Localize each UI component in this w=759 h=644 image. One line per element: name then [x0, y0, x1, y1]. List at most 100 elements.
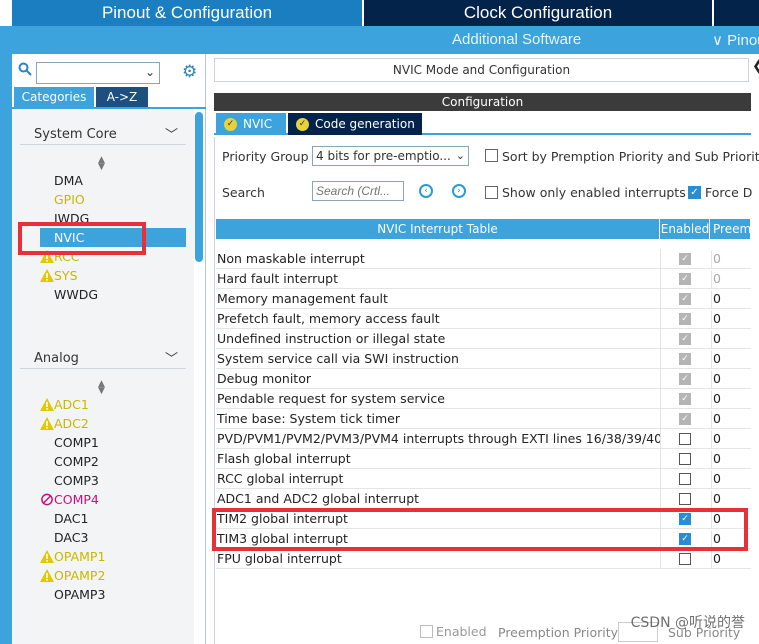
column-header-name[interactable]: NVIC Interrupt Table: [216, 219, 660, 239]
list-item-adc1[interactable]: ADC1: [40, 395, 186, 414]
row-preemption: 0: [711, 451, 751, 468]
check-circle-icon: ✓: [296, 117, 309, 131]
force-checkbox[interactable]: ✓: [688, 186, 701, 199]
tab-pinout-configuration[interactable]: Pinout & Configuration: [12, 0, 362, 26]
warning-icon: [40, 269, 54, 282]
table-row[interactable]: PVD/PVM1/PVM2/PVM3/PVM4 interrupts throu…: [216, 429, 751, 449]
chevron-down-icon[interactable]: ⌄: [456, 147, 465, 165]
sort-priority-checkbox[interactable]: [485, 149, 498, 162]
table-row[interactable]: Pendable request for system service ✓ 0: [216, 389, 751, 409]
additional-software-button[interactable]: Additional Software: [452, 31, 581, 48]
enabled-checkbox[interactable]: [679, 453, 691, 465]
show-enabled-checkbox[interactable]: [485, 186, 498, 199]
table-row[interactable]: Non maskable interrupt ✓ 0: [216, 249, 751, 269]
tab-extra[interactable]: [714, 0, 759, 26]
table-header: NVIC Interrupt Table Enabled Preem: [216, 219, 751, 239]
bottom-enabled-checkbox[interactable]: [420, 625, 433, 638]
row-preemption: 0: [711, 391, 751, 408]
row-preemption: 0: [711, 311, 751, 328]
list-item-opamp1[interactable]: OPAMP1: [40, 547, 186, 566]
enabled-checkbox: ✓: [679, 413, 691, 425]
row-preemption: 0: [711, 351, 751, 368]
row-name: Pendable request for system service: [217, 391, 445, 406]
search-combo[interactable]: ⌄: [36, 62, 160, 84]
pinout-menu[interactable]: ∨ Pinout: [712, 31, 759, 49]
item-label: COMP3: [54, 473, 99, 488]
search-row: ⌄ ⚙: [12, 58, 206, 84]
group-header-analog[interactable]: Analog ﹀: [20, 345, 186, 369]
table-row[interactable]: Flash global interrupt 0: [216, 449, 751, 469]
enabled-checkbox[interactable]: [679, 553, 691, 565]
search-next-icon[interactable]: ›: [452, 184, 466, 198]
group-name: Analog: [34, 351, 79, 366]
list-item-dac3[interactable]: DAC3: [40, 528, 186, 547]
tab-categories[interactable]: Categories: [14, 87, 94, 107]
chevron-down-icon[interactable]: ⌄: [145, 65, 155, 79]
warning-icon: [40, 417, 54, 430]
gear-icon[interactable]: ⚙: [182, 62, 197, 82]
table-row[interactable]: RCC global interrupt 0: [216, 469, 751, 489]
priority-group-select[interactable]: 4 bits for pre-emptio... ⌄: [312, 146, 469, 166]
table-row[interactable]: ADC1 and ADC2 global interrupt 0: [216, 489, 751, 509]
list-item-comp1[interactable]: COMP1: [40, 433, 186, 452]
group-name: System Core: [34, 127, 117, 142]
item-label: ADC1: [54, 397, 89, 412]
column-header-preemption[interactable]: Preem: [711, 219, 751, 239]
tab-a-to-z[interactable]: A->Z: [96, 87, 148, 107]
search-icon[interactable]: [18, 62, 34, 78]
tab-label: NVIC: [243, 117, 273, 131]
list-item-comp4[interactable]: COMP4: [40, 490, 186, 509]
list-item-dma[interactable]: DMA: [40, 171, 186, 190]
table-row[interactable]: Memory management fault ✓ 0: [216, 289, 751, 309]
list-item-wwdg[interactable]: WWDG: [40, 285, 186, 304]
enabled-checkbox[interactable]: [679, 433, 691, 445]
enabled-checkbox: ✓: [679, 373, 691, 385]
table-row[interactable]: System service call via SWI instruction ✓…: [216, 349, 751, 369]
list-item-gpio[interactable]: GPIO: [40, 190, 186, 209]
list-item-dac1[interactable]: DAC1: [40, 509, 186, 528]
list-item-comp3[interactable]: COMP3: [40, 471, 186, 490]
bottom-preemption-label: Preemption Priority: [498, 625, 619, 640]
tab-label: Code generation: [315, 117, 415, 131]
row-name: Hard fault interrupt: [217, 271, 339, 286]
table-row[interactable]: Debug monitor ✓ 0: [216, 369, 751, 389]
list-item-adc2[interactable]: ADC2: [40, 414, 186, 433]
item-label: DMA: [54, 173, 83, 188]
row-name: Time base: System tick timer: [217, 411, 400, 426]
main-panel: NVIC Mode and Configuration ❮ Configurat…: [214, 54, 759, 644]
search-input[interactable]: [312, 181, 404, 201]
chevron-down-icon[interactable]: ﹀: [165, 124, 178, 143]
list-item-opamp2[interactable]: OPAMP2: [40, 566, 186, 585]
enabled-checkbox[interactable]: [679, 473, 691, 485]
list-item-sys[interactable]: SYS: [40, 266, 186, 285]
list-item-opamp3[interactable]: OPAMP3: [40, 585, 186, 604]
warning-icon: [40, 550, 54, 563]
table-row[interactable]: Time base: System tick timer ✓ 0: [216, 409, 751, 429]
row-name: FPU global interrupt: [217, 551, 342, 566]
collapse-arrow-icon[interactable]: ❮: [752, 58, 759, 74]
warning-icon: [40, 569, 54, 582]
sort-icon[interactable]: ▲ ▼: [98, 156, 105, 172]
table-row[interactable]: Undefined instruction or illegal state ✓ 0: [216, 329, 751, 349]
highlight-box-tim: [212, 508, 748, 551]
list-item-comp2[interactable]: COMP2: [40, 452, 186, 471]
scrollbar[interactable]: [195, 112, 203, 262]
priority-group-value: 4 bits for pre-emptio...: [316, 149, 451, 163]
tab-clock-configuration[interactable]: Clock Configuration: [364, 0, 712, 26]
sort-icon[interactable]: ▲ ▼: [98, 380, 105, 396]
top-tabs: Pinout & Configuration Clock Configurati…: [0, 0, 759, 26]
chevron-down-icon[interactable]: ﹀: [165, 348, 178, 367]
table-row[interactable]: FPU global interrupt 0: [216, 549, 751, 569]
item-label: COMP1: [54, 435, 99, 450]
tab-code-generation[interactable]: ✓ Code generation: [288, 113, 422, 135]
row-preemption: 0: [711, 411, 751, 428]
table-row[interactable]: Hard fault interrupt ✓ 0: [216, 269, 751, 289]
item-label: OPAMP1: [54, 549, 106, 564]
search-previous-icon[interactable]: ‹: [419, 184, 433, 198]
column-header-enabled[interactable]: Enabled: [661, 219, 710, 239]
row-name: ADC1 and ADC2 global interrupt: [217, 491, 420, 506]
group-header-system-core[interactable]: System Core ﹀: [20, 121, 186, 145]
table-row[interactable]: Prefetch fault, memory access fault ✓ 0: [216, 309, 751, 329]
enabled-checkbox[interactable]: [679, 493, 691, 505]
tab-nvic[interactable]: ✓ NVIC: [216, 113, 286, 135]
